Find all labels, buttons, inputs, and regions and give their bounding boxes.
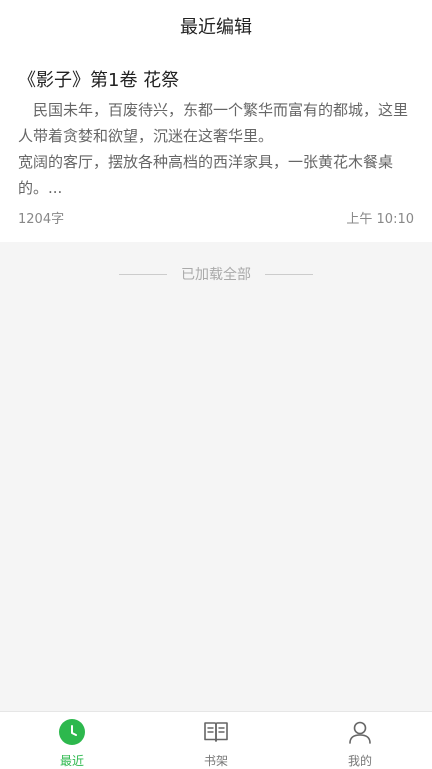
loaded-all-text: 已加载全部 [181, 267, 251, 283]
tab-label-bookshelf: 书架 [203, 754, 228, 768]
page-title: 最近编辑 [180, 17, 252, 38]
edit-time: 上午 10:10 [346, 212, 414, 227]
word-count: 1204字 [18, 212, 65, 227]
clock-icon [58, 718, 86, 746]
tab-mine[interactable]: 我的 [288, 712, 432, 769]
tab-label-recent: 最近 [59, 754, 84, 768]
tab-label-mine: 我的 [347, 754, 372, 768]
person-icon [346, 718, 374, 746]
chapter-excerpt: 民国未年，百废待兴，东都一个繁华而富有的都城，这里人带着贪婪和欲望，沉迷在这奢华… [18, 101, 409, 197]
open-book-icon [202, 718, 230, 746]
divider-left [119, 273, 167, 275]
loaded-all-indicator: 已加载全部 [0, 262, 432, 286]
tab-recent[interactable]: 最近 [0, 712, 144, 769]
recent-edit-card[interactable]: 《影子》第1卷 花祭 民国未年，百废待兴，东都一个繁华而富有的都城，这里人带着贪… [0, 52, 432, 242]
tab-bookshelf[interactable]: 书架 [144, 712, 288, 769]
bottom-tab-bar: 最近 书架 我的 [0, 711, 432, 769]
chapter-title: 《影子》第1卷 花祭 [18, 70, 180, 91]
divider-right [265, 273, 313, 275]
top-header: 最近编辑 [0, 0, 432, 52]
